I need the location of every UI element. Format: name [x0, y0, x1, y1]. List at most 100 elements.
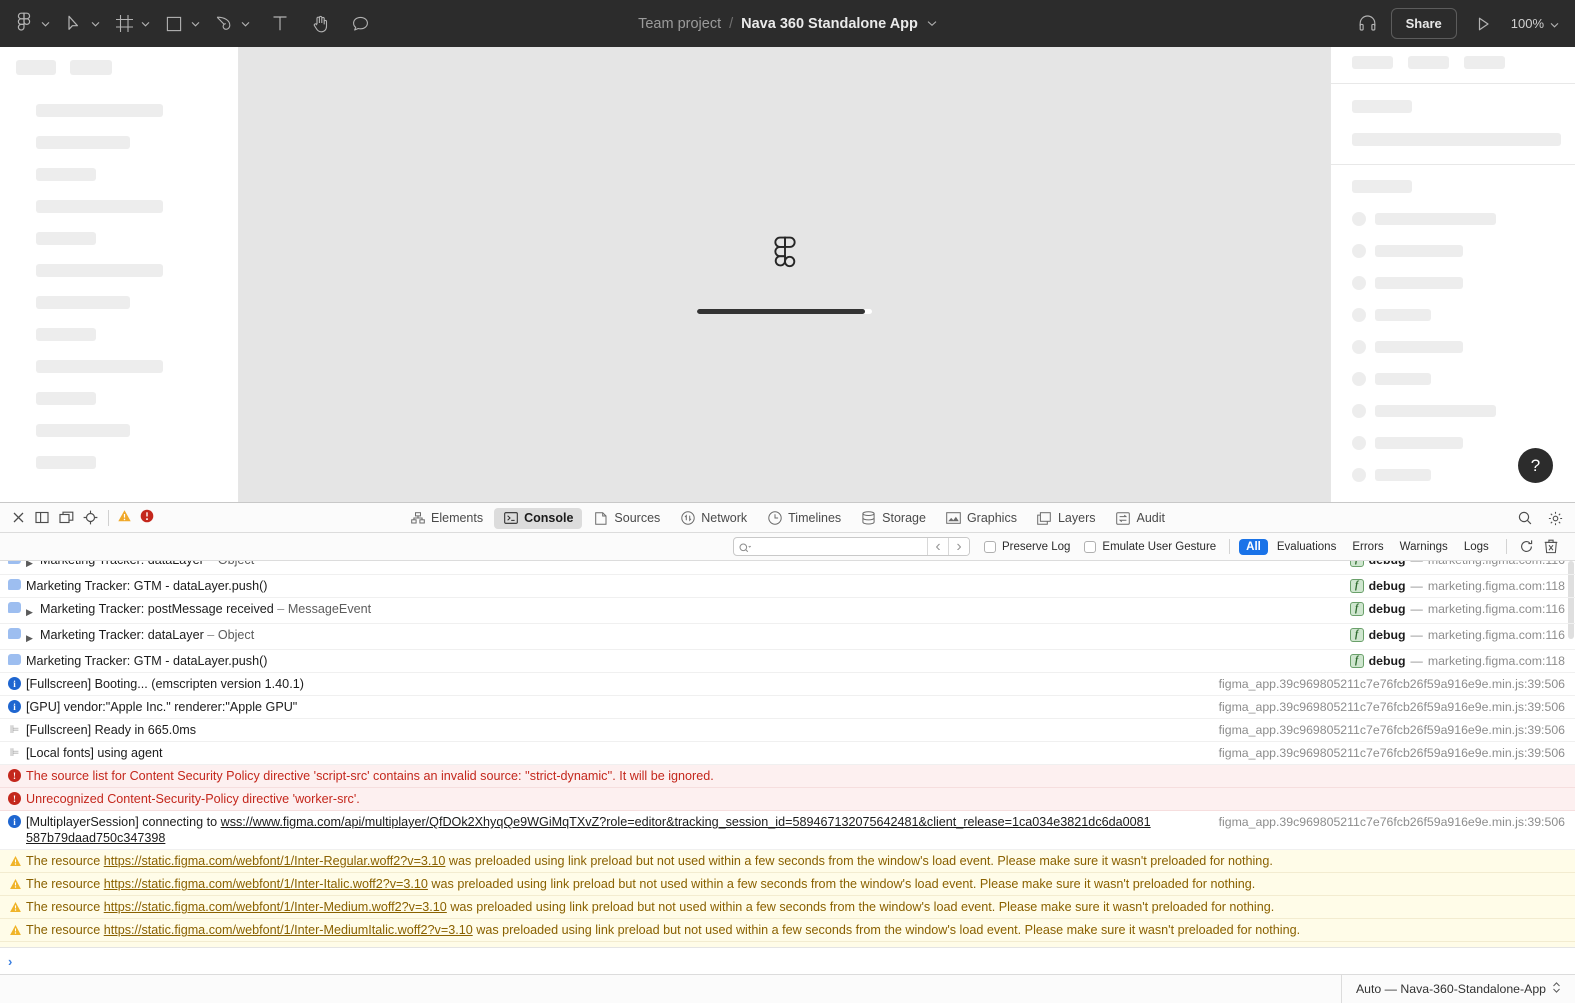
- skeleton-avatar: [1352, 340, 1366, 354]
- console-row[interactable]: i [GPU] vendor:"Apple Inc." renderer:"Ap…: [0, 696, 1575, 719]
- console-row[interactable]: Marketing Tracker: GTM - dataLayer.push(…: [0, 575, 1575, 598]
- chevron-updown-icon: [1552, 981, 1561, 997]
- skeleton-avatar: [1352, 436, 1366, 450]
- pen-tool-button[interactable]: [206, 6, 256, 42]
- disclosure-triangle-icon[interactable]: ▶: [26, 601, 40, 620]
- panel-divider: [1331, 164, 1575, 165]
- tab-audit[interactable]: Audit: [1107, 508, 1175, 529]
- filter-all[interactable]: All: [1239, 538, 1268, 555]
- console-row[interactable]: i [Fullscreen] Booting... (emscripten ve…: [0, 673, 1575, 696]
- filter-evaluations[interactable]: Evaluations: [1270, 539, 1343, 555]
- skeleton-block: [36, 136, 130, 149]
- console-search[interactable]: ‹ ›: [733, 537, 970, 556]
- tab-layers[interactable]: Layers: [1028, 508, 1105, 529]
- console-row[interactable]: ! Unrecognized Content-Security-Policy d…: [0, 788, 1575, 811]
- zoom-level-selector[interactable]: 100%: [1501, 16, 1565, 31]
- figma-left-panel: [0, 47, 239, 502]
- console-prompt-input[interactable]: [12, 954, 1575, 968]
- hand-tool-button[interactable]: [302, 6, 338, 42]
- execution-context-selector[interactable]: Auto — Nava-360-Standalone-App: [1340, 974, 1561, 1003]
- console-row[interactable]: ▶ Marketing Tracker: dataLayer – Object …: [0, 624, 1575, 650]
- console-row[interactable]: The resource https://static.figma.com/we…: [0, 873, 1575, 896]
- search-prev-button[interactable]: ‹: [927, 538, 948, 555]
- tab-elements[interactable]: Elements: [401, 508, 492, 529]
- console-message: Marketing Tracker: dataLayer – Object: [40, 628, 255, 642]
- tab-timelines[interactable]: Timelines: [758, 508, 850, 529]
- console-search-input[interactable]: [734, 538, 927, 555]
- console-source[interactable]: figma_app.39c969805211c7e76fcb26f59a916e…: [1219, 814, 1565, 830]
- tab-graphics[interactable]: Graphics: [937, 508, 1026, 529]
- console-row[interactable]: The resource https://static.figma.com/we…: [0, 919, 1575, 942]
- console-link[interactable]: https://static.figma.com/webfont/1/Inter…: [104, 877, 428, 891]
- console-row[interactable]: Marketing Tracker: GTM - dataLayer.push(…: [0, 650, 1575, 673]
- breadcrumb-team[interactable]: Team project: [638, 16, 721, 32]
- error-circle-icon: [140, 509, 154, 526]
- inspect-element-icon[interactable]: [78, 507, 102, 529]
- console-source[interactable]: f debug — marketing.figma.com:118: [1349, 578, 1565, 594]
- warning-count[interactable]: [117, 509, 132, 526]
- headphones-icon[interactable]: [1351, 7, 1385, 41]
- tab-label: Sources: [614, 511, 661, 525]
- console-row[interactable]: ! The source list for Content Security P…: [0, 765, 1575, 788]
- figma-menu-button[interactable]: [6, 6, 56, 42]
- text-tool-button[interactable]: [262, 6, 298, 42]
- tab-label: Console: [524, 511, 574, 525]
- disclosure-triangle-icon[interactable]: ▶: [26, 561, 40, 571]
- devtools-settings-icon[interactable]: [1543, 507, 1567, 529]
- console-prompt[interactable]: ›: [0, 947, 1575, 974]
- breadcrumb-file-name[interactable]: Nava 360 Standalone App: [741, 16, 918, 32]
- tab-network[interactable]: Network: [671, 508, 756, 529]
- info-icon: i: [8, 676, 26, 690]
- console-row[interactable]: ⊫ [Fullscreen] Ready in 665.0ms figma_ap…: [0, 719, 1575, 742]
- console-row[interactable]: ▶ Marketing Tracker: dataLayer – Object …: [0, 561, 1575, 575]
- skeleton-avatar: [1352, 372, 1366, 386]
- warning-icon: [8, 922, 26, 936]
- tab-storage[interactable]: Storage: [852, 508, 935, 529]
- console-row[interactable]: The resource https://static.figma.com/we…: [0, 850, 1575, 873]
- move-tool-button[interactable]: [56, 6, 106, 42]
- close-devtools-icon[interactable]: [6, 507, 30, 529]
- console-row[interactable]: ⊫ [Local fonts] using agent figma_app.39…: [0, 742, 1575, 765]
- reload-icon[interactable]: [1515, 536, 1539, 558]
- file-menu-chevron-down-icon[interactable]: [927, 20, 937, 27]
- comment-tool-button[interactable]: [342, 6, 378, 42]
- console-link[interactable]: https://static.figma.com/webfont/1/Inter…: [104, 854, 446, 868]
- console-source[interactable]: figma_app.39c969805211c7e76fcb26f59a916e…: [1219, 722, 1565, 738]
- tab-sources[interactable]: Sources: [584, 508, 669, 529]
- filter-errors[interactable]: Errors: [1345, 539, 1390, 555]
- filter-warnings[interactable]: Warnings: [1393, 539, 1455, 555]
- console-row[interactable]: The resource https://static.figma.com/we…: [0, 896, 1575, 919]
- disclosure-triangle-icon[interactable]: ▶: [26, 627, 40, 646]
- emulate-user-gesture-checkbox[interactable]: Emulate User Gesture: [1084, 540, 1216, 553]
- console-row[interactable]: ▶ Marketing Tracker: postMessage receive…: [0, 598, 1575, 624]
- console-source[interactable]: figma_app.39c969805211c7e76fcb26f59a916e…: [1219, 699, 1565, 715]
- console-log-list[interactable]: ▶ Marketing Tracker: dataLayer – Object …: [0, 561, 1575, 974]
- frame-tool-button[interactable]: [106, 6, 156, 42]
- shape-tool-button[interactable]: [156, 6, 206, 42]
- zoom-level-label: 100%: [1510, 16, 1544, 31]
- console-source[interactable]: f debug — marketing.figma.com:116: [1349, 627, 1565, 643]
- present-play-icon[interactable]: [1467, 7, 1501, 41]
- console-link[interactable]: https://static.figma.com/webfont/1/Inter…: [104, 900, 447, 914]
- devtools-search-icon[interactable]: [1513, 507, 1537, 529]
- dock-bottom-icon[interactable]: [30, 507, 54, 529]
- preserve-log-checkbox[interactable]: Preserve Log: [984, 540, 1070, 553]
- console-source[interactable]: f debug — marketing.figma.com:118: [1349, 653, 1565, 669]
- dock-side-icon[interactable]: [54, 507, 78, 529]
- filter-logs[interactable]: Logs: [1457, 539, 1496, 555]
- help-button[interactable]: ?: [1518, 448, 1553, 483]
- figma-canvas[interactable]: [239, 47, 1330, 502]
- console-source[interactable]: figma_app.39c969805211c7e76fcb26f59a916e…: [1219, 676, 1565, 692]
- comment-tool-icon: [347, 11, 373, 37]
- console-row[interactable]: i [MultiplayerSession] connecting to wss…: [0, 811, 1575, 850]
- console-source[interactable]: figma_app.39c969805211c7e76fcb26f59a916e…: [1219, 745, 1565, 761]
- clear-console-icon[interactable]: [1539, 536, 1563, 558]
- console-source[interactable]: f debug — marketing.figma.com:116: [1349, 561, 1565, 568]
- share-button[interactable]: Share: [1390, 8, 1457, 39]
- tab-console[interactable]: Console: [494, 507, 583, 529]
- error-count[interactable]: [140, 509, 154, 526]
- figma-toolbar-tools: [0, 6, 378, 42]
- console-link[interactable]: https://static.figma.com/webfont/1/Inter…: [104, 923, 473, 937]
- console-source[interactable]: f debug — marketing.figma.com:116: [1349, 601, 1565, 617]
- search-next-button[interactable]: ›: [948, 538, 969, 555]
